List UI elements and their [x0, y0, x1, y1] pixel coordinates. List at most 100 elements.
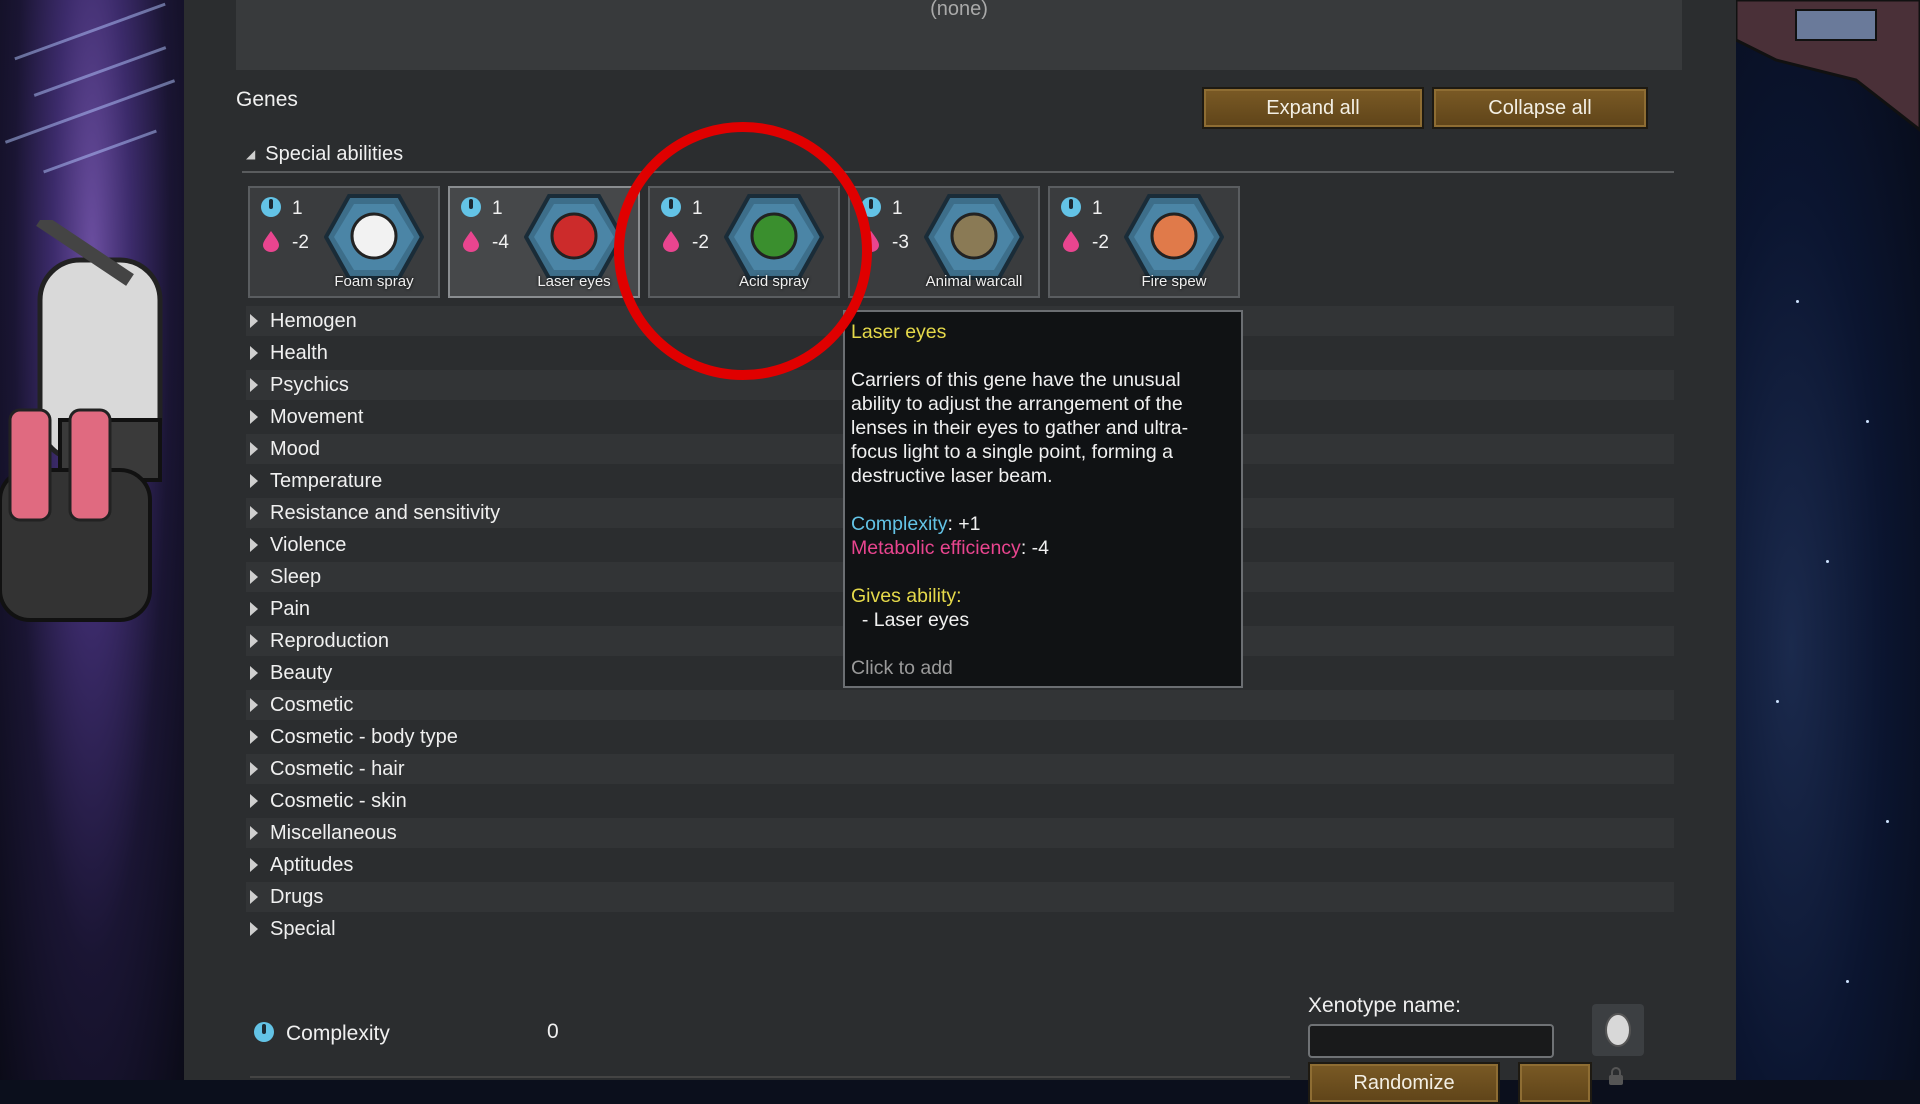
expand-triangle-icon	[250, 538, 258, 552]
category-label: Special	[270, 918, 336, 940]
category-label: Mood	[270, 438, 321, 460]
spaceship-icon	[1736, 0, 1920, 132]
tooltip-click-hint: Click to add	[851, 657, 953, 679]
xenotype-icon-button[interactable]	[1592, 1004, 1644, 1056]
expand-triangle-icon	[250, 698, 258, 712]
expand-triangle-icon	[250, 410, 258, 424]
category-label: Cosmetic - hair	[270, 758, 405, 780]
gene-name: Fire spew	[1141, 273, 1207, 290]
expand-triangle-icon	[250, 794, 258, 808]
genes-title: Genes	[236, 88, 298, 111]
expand-triangle-icon	[250, 602, 258, 616]
selected-genes-box: (none)	[236, 0, 1682, 70]
foam-spray-icon	[324, 194, 424, 280]
expand-triangle-icon	[250, 346, 258, 360]
category-row[interactable]: Special	[246, 914, 1674, 944]
gene-card[interactable]: 1 -4 Laser eyes	[448, 186, 640, 298]
category-label: Psychics	[270, 374, 349, 396]
expand-triangle-icon	[250, 634, 258, 648]
gene-name: Animal warcall	[925, 273, 1023, 290]
gene-complexity-value: 1	[292, 198, 303, 219]
category-row[interactable]: Aptitudes	[246, 850, 1674, 880]
xenotype-editor-panel: (none) Genes Expand all Collapse all ◢ Sp…	[184, 0, 1736, 1104]
expand-all-button[interactable]: Expand all	[1202, 87, 1424, 129]
category-label: Cosmetic	[270, 694, 354, 716]
complexity-value: 0	[547, 1020, 559, 1043]
tooltip-gives-ability-label: Gives ability:	[851, 585, 962, 607]
complexity-summary: Complexity	[252, 1020, 390, 1046]
expand-triangle-icon	[250, 858, 258, 872]
xenotype-name-input[interactable]	[1308, 1024, 1554, 1058]
complexity-label: Complexity	[286, 1022, 390, 1045]
expand-triangle-icon	[250, 922, 258, 936]
category-label: Hemogen	[270, 310, 357, 332]
category-label: Aptitudes	[270, 854, 354, 876]
complexity-icon	[461, 197, 481, 217]
expand-triangle-icon	[250, 506, 258, 520]
category-label: Resistance and sensitivity	[270, 502, 501, 524]
category-label: Special abilities	[265, 143, 404, 165]
secondary-button[interactable]	[1518, 1062, 1592, 1104]
complexity-icon	[1061, 197, 1081, 217]
tooltip-metabolic-label: Metabolic efficiency	[851, 537, 1021, 559]
gene-metabolic-value: -4	[492, 232, 509, 253]
gene-tooltip: Laser eyes Carriers of this gene have th…	[843, 310, 1243, 688]
category-label: Movement	[270, 406, 364, 428]
complexity-icon	[261, 197, 281, 217]
gene-metabolic-value: -3	[892, 232, 909, 253]
category-row[interactable]: Miscellaneous	[246, 818, 1674, 848]
expand-triangle-icon	[250, 314, 258, 328]
collapse-all-button[interactable]: Collapse all	[1432, 87, 1648, 129]
category-row[interactable]: Cosmetic	[246, 690, 1674, 720]
category-row[interactable]: Drugs	[246, 882, 1674, 912]
xenotype-name-label: Xenotype name:	[1308, 994, 1461, 1017]
gene-metabolic-value: -2	[1092, 232, 1109, 253]
expand-triangle-icon	[250, 378, 258, 392]
xenotype-icon	[1605, 1013, 1631, 1047]
animal-warcall-icon	[924, 194, 1024, 280]
gene-card[interactable]: 1 -2 Fire spew	[1048, 186, 1240, 298]
randomize-button[interactable]: Randomize	[1308, 1062, 1500, 1104]
tooltip-description: Carriers of this gene have the unusual a…	[851, 369, 1189, 487]
expand-triangle-icon	[250, 570, 258, 584]
category-special-abilities[interactable]: ◢ Special abilities	[246, 143, 403, 166]
gene-complexity-value: 1	[1092, 198, 1103, 219]
space-station-icon	[0, 220, 163, 622]
category-row[interactable]: Cosmetic - body type	[246, 722, 1674, 752]
expand-triangle-icon	[250, 730, 258, 744]
category-label: Cosmetic - body type	[270, 726, 458, 748]
background-art-right	[1736, 0, 1920, 1080]
gene-complexity: 1	[260, 196, 303, 220]
none-label: (none)	[930, 0, 988, 20]
gene-metabolic: -2	[260, 230, 309, 254]
gene-complexity-value: 1	[492, 198, 503, 219]
category-label: Sleep	[270, 566, 322, 588]
expand-triangle-icon	[250, 474, 258, 488]
category-label: Temperature	[270, 470, 383, 492]
category-label: Beauty	[270, 662, 333, 684]
divider	[242, 171, 1674, 173]
tooltip-title: Laser eyes	[851, 321, 947, 343]
category-label: Miscellaneous	[270, 822, 397, 844]
divider	[250, 1076, 1290, 1078]
gene-complexity: 1	[1060, 196, 1103, 220]
category-label: Reproduction	[270, 630, 389, 652]
metabolic-efficiency-icon	[1063, 231, 1079, 252]
category-row[interactable]: Cosmetic - skin	[246, 786, 1674, 816]
gene-metabolic-value: -2	[292, 232, 309, 253]
expand-triangle-icon	[250, 826, 258, 840]
category-row[interactable]: Cosmetic - hair	[246, 754, 1674, 784]
expand-triangle-icon	[250, 762, 258, 776]
gene-card[interactable]: 1 -3 Animal warcall	[848, 186, 1040, 298]
gene-complexity: 1	[460, 196, 503, 220]
gene-name: Foam spray	[334, 273, 414, 290]
metabolic-efficiency-icon	[263, 231, 279, 252]
fire-spew-icon	[1124, 194, 1224, 280]
lock-icon[interactable]	[1606, 1066, 1626, 1086]
gene-metabolic: -4	[460, 230, 509, 254]
category-label: Cosmetic - skin	[270, 790, 407, 812]
gene-complexity-value: 1	[892, 198, 903, 219]
laser-eyes-icon	[524, 194, 624, 280]
expand-triangle-icon	[250, 442, 258, 456]
gene-card[interactable]: 1 -2 Foam spray	[248, 186, 440, 298]
